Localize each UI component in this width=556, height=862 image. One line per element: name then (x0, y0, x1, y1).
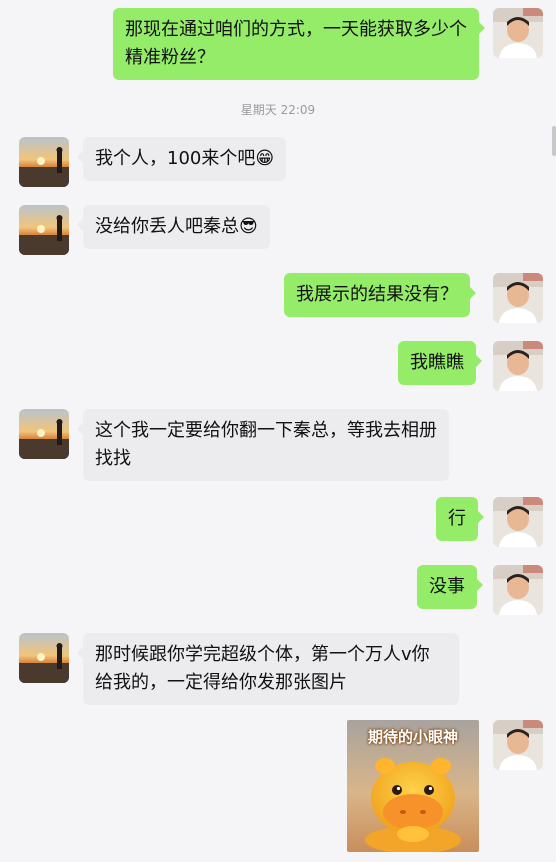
incoming-message[interactable]: 这个我一定要给你翻一下秦总，等我去相册找找 (77, 409, 449, 481)
person-avatar-icon (493, 341, 543, 391)
outgoing-message[interactable]: 那现在通过咱们的方式，一天能获取多少个精准粉丝？ (113, 8, 485, 80)
my-avatar[interactable] (493, 720, 543, 770)
my-avatar[interactable] (493, 565, 543, 615)
my-avatar[interactable] (493, 497, 543, 547)
message-text: 这个我一定要给你翻一下秦总，等我去相册找找 (95, 420, 437, 469)
person-avatar-icon (493, 8, 543, 58)
sunset-avatar-icon (19, 409, 69, 459)
sunset-avatar-icon (19, 633, 69, 683)
message-text: 我个人，100来个吧 (95, 148, 256, 169)
timestamp: 星期天 22:09 (240, 103, 316, 117)
message-text: 没给你丢人吧秦总 (95, 216, 239, 237)
contact-avatar[interactable] (19, 137, 69, 187)
incoming-message[interactable]: 没给你丢人吧秦总😎 (77, 205, 270, 249)
contact-avatar[interactable] (19, 205, 69, 255)
contact-avatar[interactable] (19, 633, 69, 683)
message-text: 我展示的结果没有？ (296, 284, 458, 305)
person-avatar-icon (493, 497, 543, 547)
person-avatar-icon (493, 565, 543, 615)
my-avatar[interactable] (493, 273, 543, 323)
scrollbar[interactable] (552, 126, 556, 156)
my-avatar[interactable] (493, 341, 543, 391)
incoming-message[interactable]: 我个人，100来个吧😁 (76, 137, 287, 181)
message-text: 我瞧瞧 (410, 352, 464, 373)
incoming-message[interactable]: 那时候跟你学完超级个体，第一个万人v你给我的，一定得给你发那张图片 (77, 633, 459, 705)
outgoing-message[interactable]: 我瞧瞧 (398, 341, 482, 385)
sunset-avatar-icon (19, 205, 69, 255)
outgoing-message[interactable]: 我展示的结果没有？ (284, 273, 476, 317)
chat-window: 那现在通过咱们的方式，一天能获取多少个精准粉丝？ 星期天 22:09 我个人，1… (0, 0, 556, 862)
message-text: 那时候跟你学完超级个体，第一个万人v你给我的，一定得给你发那张图片 (95, 644, 430, 693)
sticker-caption: 期待的小眼神 (367, 728, 458, 746)
sticker-image[interactable]: 期待的小眼神 (347, 720, 479, 852)
contact-avatar[interactable] (19, 409, 69, 459)
sunset-avatar-icon (19, 137, 69, 187)
message-text: 那现在通过咱们的方式，一天能获取多少个精准粉丝？ (125, 19, 467, 68)
outgoing-message[interactable]: 行 (436, 497, 484, 541)
sunglasses-emoji-icon: 😎 (239, 216, 258, 237)
person-avatar-icon (493, 273, 543, 323)
message-text: 行 (448, 508, 466, 529)
grin-emoji-icon: 😁 (255, 148, 275, 169)
message-text: 没事 (429, 576, 465, 597)
my-avatar[interactable] (493, 8, 543, 58)
person-avatar-icon (493, 720, 543, 770)
outgoing-message[interactable]: 没事 (417, 565, 483, 609)
